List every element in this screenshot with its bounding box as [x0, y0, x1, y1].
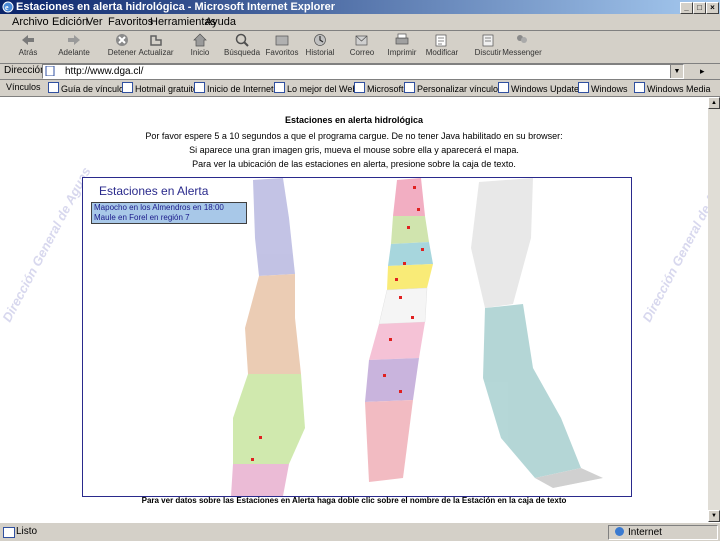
maximize-button[interactable]: □ — [693, 2, 706, 14]
link-icon — [48, 82, 59, 93]
link-icon — [194, 82, 205, 93]
map-north-section — [231, 178, 305, 496]
discuss-icon — [482, 34, 494, 47]
svg-text:e: e — [5, 3, 9, 12]
link-guia[interactable]: Guía de vínculos — [48, 82, 129, 94]
search-icon — [235, 33, 249, 47]
menu-edicion[interactable]: Edición — [52, 16, 88, 28]
scroll-up-button[interactable]: ▲ — [708, 97, 720, 109]
ie-icon: e — [2, 1, 14, 13]
globe-icon — [615, 527, 624, 536]
link-icon — [498, 82, 509, 93]
links-bar: Vínculos Guía de vínculos Hotmail gratui… — [0, 80, 720, 97]
link-icon — [354, 82, 365, 93]
footer-instruction: Para ver datos sobre las Estaciones en A… — [141, 496, 567, 505]
messenger-button[interactable]: Messenger — [500, 33, 544, 63]
edit-icon — [435, 34, 447, 47]
menu-ayuda[interactable]: Ayuda — [205, 16, 236, 28]
back-arrow-icon — [22, 35, 34, 45]
messenger-icon — [517, 35, 527, 43]
title-bar: e Estaciones en alerta hidrológica - Mic… — [0, 0, 720, 14]
watermark-left: Dirección General de Aguas — [0, 164, 94, 325]
forward-arrow-icon — [68, 35, 80, 45]
status-text: Listo — [16, 526, 38, 537]
history-button[interactable]: Historial — [298, 33, 342, 63]
status-bar: Listo Internet — [0, 522, 720, 541]
address-label: Dirección — [4, 65, 46, 76]
refresh-button[interactable]: Actualizar — [134, 33, 178, 63]
address-url: http://www.dga.cl/ — [65, 66, 144, 77]
links-label: Vínculos — [6, 82, 41, 92]
stop-icon — [116, 34, 128, 46]
home-icon — [193, 33, 207, 47]
link-icon — [634, 82, 645, 93]
favorites-icon — [275, 35, 289, 46]
back-button[interactable]: Atrás — [6, 33, 50, 63]
print-button[interactable]: Imprimir — [380, 33, 424, 63]
search-button[interactable]: Búsqueda — [220, 33, 264, 63]
scroll-down-button[interactable]: ▼ — [708, 510, 720, 522]
link-personalizar[interactable]: Personalizar vínculos — [404, 82, 503, 94]
map-south-section — [471, 178, 603, 488]
minimize-button[interactable]: _ — [680, 2, 693, 14]
link-microsoft[interactable]: Microsoft — [354, 82, 404, 94]
alert-map-applet[interactable]: Estaciones en Alerta Mapocho en los Alme… — [82, 177, 632, 497]
link-hotmail[interactable]: Hotmail gratuito — [122, 82, 198, 94]
page-viewport: Dirección General de Aguas Dirección Gen… — [0, 97, 708, 522]
print-icon — [395, 33, 409, 45]
go-button[interactable]: ▸ — [700, 66, 705, 77]
chile-map — [231, 178, 603, 496]
link-icon — [274, 82, 285, 93]
link-icon — [404, 82, 415, 93]
vertical-scrollbar[interactable]: ▲ ▼ — [708, 97, 720, 522]
menu-archivo[interactable]: Archivo — [12, 16, 49, 28]
mail-button[interactable]: Correo — [340, 33, 384, 63]
menu-bar: Archivo Edición Ver Favoritos Herramient… — [0, 14, 720, 31]
instruction-line-3: Para ver la ubicación de las estaciones … — [192, 159, 516, 169]
history-icon — [314, 34, 326, 46]
refresh-icon — [150, 35, 162, 46]
link-windows-media[interactable]: Windows Media — [634, 82, 711, 94]
close-button[interactable]: × — [706, 2, 719, 14]
page-status-icon — [3, 527, 15, 538]
link-icon — [122, 82, 133, 93]
watermark-right: Dirección General de Aguas — [639, 164, 708, 325]
instruction-line-2: Si aparece una gran imagen gris, mueva e… — [189, 145, 519, 155]
standard-toolbar: Atrás Adelante Detener Actualizar Inicio… — [0, 31, 720, 64]
page-heading: Estaciones en alerta hidrológica — [284, 115, 424, 125]
link-windows-update[interactable]: Windows Update — [498, 82, 579, 94]
menu-favoritos[interactable]: Favoritos — [108, 16, 153, 28]
mail-icon — [355, 35, 368, 46]
page-icon — [45, 66, 55, 76]
link-lo-mejor[interactable]: Lo mejor del Web — [274, 82, 357, 94]
security-zone: Internet — [608, 525, 718, 540]
link-inicio[interactable]: Inicio de Internet — [194, 82, 274, 94]
link-windows[interactable]: Windows — [578, 82, 628, 94]
zone-label: Internet — [628, 527, 662, 538]
address-bar: Dirección http://www.dga.cl/ ▼ ▸ — [0, 63, 720, 80]
forward-button[interactable]: Adelante — [52, 33, 96, 63]
window-title: Estaciones en alerta hidrológica - Micro… — [16, 1, 336, 13]
instruction-line-1: Por favor espere 5 a 10 segundos a que e… — [145, 131, 563, 141]
address-dropdown-button[interactable]: ▼ — [670, 65, 683, 78]
map-central-section — [365, 178, 433, 482]
link-icon — [578, 82, 589, 93]
edit-button[interactable]: Modificar — [420, 33, 464, 63]
home-button[interactable]: Inicio — [178, 33, 222, 63]
menu-ver[interactable]: Ver — [86, 16, 103, 28]
address-input[interactable]: http://www.dga.cl/ ▼ — [42, 64, 684, 79]
